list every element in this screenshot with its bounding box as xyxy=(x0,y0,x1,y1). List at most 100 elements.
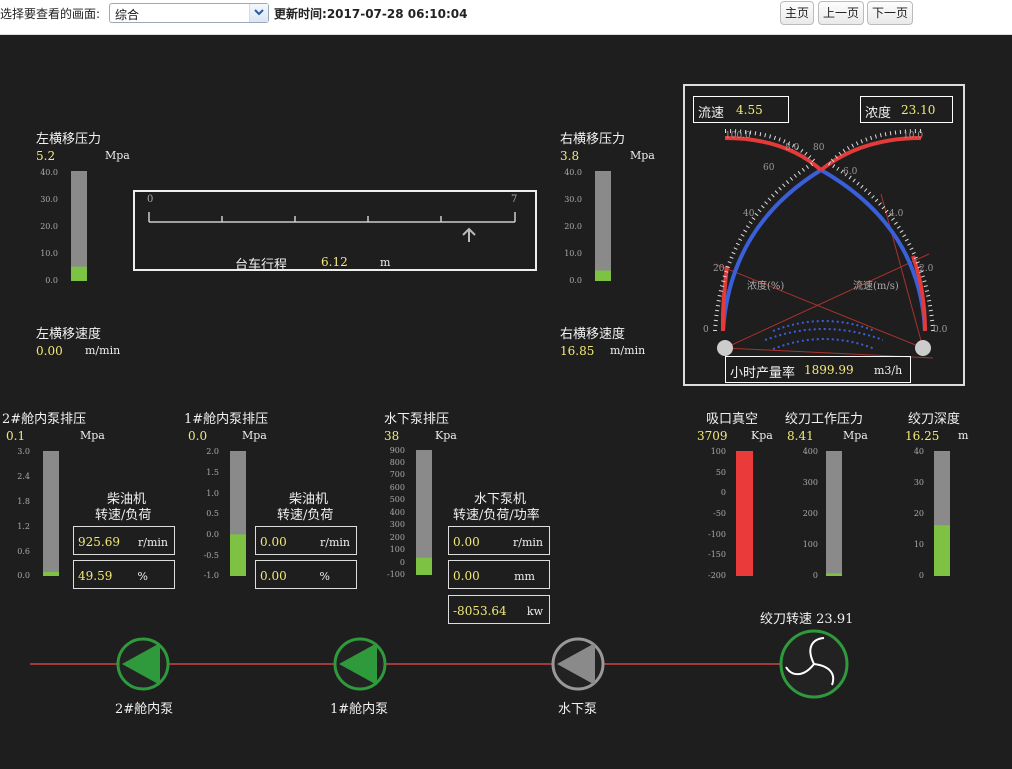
left-speed-value: 0.00 xyxy=(36,344,63,358)
left-speed-unit: m/min xyxy=(85,344,121,357)
uw-pump-speed-value: 0.00 xyxy=(453,535,480,549)
update-time-label: 更新时间: xyxy=(274,7,327,21)
update-time: 更新时间:2017-07-28 06:10:04 xyxy=(274,5,467,22)
pump1-tick: 2.0 xyxy=(206,447,219,456)
uw-pump-load-unit: mm xyxy=(514,570,535,583)
pump2-pressure-unit: Mpa xyxy=(80,429,105,442)
bar-track xyxy=(826,451,842,576)
flow-density-dial: 100.0 80 60 40 20 0 10.0 8.0 6.0 4.0 2.0… xyxy=(683,84,965,386)
left-pressure-tick: 20.0 xyxy=(40,222,58,231)
bar-track xyxy=(71,171,87,281)
left-pressure-label: 左横移压力 xyxy=(36,132,102,147)
home-button[interactable]: 主页 xyxy=(780,1,814,25)
pump1-tick: 0.5 xyxy=(206,509,219,518)
left-pressure-tick: 10.0 xyxy=(40,249,58,258)
diesel2-speed-box: 925.69 r/min xyxy=(73,526,175,555)
screen-select[interactable]: 综合 xyxy=(109,3,269,23)
pump1-pressure-value: 0.0 xyxy=(188,429,208,443)
density-pivot xyxy=(717,340,733,356)
pump1-name: 1#舱内泵 xyxy=(330,702,389,717)
bar-fill xyxy=(595,270,611,281)
cutter-depth-unit: m xyxy=(958,429,969,442)
diesel1-speed-unit: r/min xyxy=(320,536,350,549)
left-speed-label: 左横移速度 xyxy=(36,327,102,342)
pump1-pressure-unit: Mpa xyxy=(242,429,267,442)
chevron-down-icon[interactable] xyxy=(249,4,268,22)
density-value: 23.10 xyxy=(901,103,936,117)
suction-tick: -50 xyxy=(713,509,726,518)
underwater-tick: 400 xyxy=(390,508,405,517)
underwater-tick: 0 xyxy=(400,558,405,567)
suction-tick: 0 xyxy=(721,488,726,497)
pump1-pressure-gauge: 2.0 1.5 1.0 0.5 0.0 -0.5 -1.0 xyxy=(204,447,246,580)
flow-value: 4.55 xyxy=(736,103,763,117)
diesel2-speed-value: 925.69 xyxy=(78,535,120,549)
diesel2-speed-unit: r/min xyxy=(138,536,168,549)
pump1-icon[interactable] xyxy=(333,637,387,691)
cutter-depth-value: 16.25 xyxy=(905,429,940,443)
cutter-icon[interactable] xyxy=(779,629,849,699)
density-tick: 100.0 xyxy=(725,131,751,141)
hourly-output-readout: 小时产量率 1899.99 m3/h xyxy=(725,356,911,383)
left-pressure-tick: 30.0 xyxy=(40,195,58,204)
left-pressure-tick: 0.0 xyxy=(45,276,58,285)
trolley-position-arrow-icon xyxy=(462,227,476,242)
cutter-depth-tick: 0 xyxy=(919,571,924,580)
density-readout: 浓度 23.10 xyxy=(860,96,953,123)
left-pressure-unit: Mpa xyxy=(105,149,130,162)
cutter-speed-value: 23.91 xyxy=(816,612,854,627)
density-axis-label: 浓度(%) xyxy=(747,279,784,292)
suction-tick: -150 xyxy=(708,550,726,559)
hourly-value: 1899.99 xyxy=(804,363,854,377)
diesel2-load-unit: % xyxy=(137,570,148,583)
underwater-tick: 800 xyxy=(390,458,405,467)
cutter-depth-tick: 30 xyxy=(914,478,924,487)
underwater-tick: 300 xyxy=(390,520,405,529)
cutter-pressure-tick: 300 xyxy=(803,478,818,487)
cutter-pressure-label: 绞刀工作压力 xyxy=(785,412,864,427)
uw-pump-subtitle: 转速/负荷/功率 xyxy=(453,508,540,523)
underwater-tick: 100 xyxy=(390,545,405,554)
underwater-pump-name: 水下泵 xyxy=(558,702,598,717)
prev-page-button[interactable]: 上一页 xyxy=(818,1,864,25)
diesel1-subtitle: 转速/负荷 xyxy=(277,508,334,523)
bar-fill xyxy=(416,557,432,575)
uw-pump-speed-unit: r/min xyxy=(513,536,543,549)
flow-readout: 流速 4.55 xyxy=(693,96,789,123)
dial-graphic: 100.0 80 60 40 20 0 10.0 8.0 6.0 4.0 2.0… xyxy=(703,129,948,359)
underwater-tick: 700 xyxy=(390,470,405,479)
trolley-unit: m xyxy=(380,256,391,269)
diesel2-subtitle: 转速/负荷 xyxy=(95,508,152,523)
underwater-pressure-unit: Kpa xyxy=(435,429,457,442)
update-time-value: 2017-07-28 06:10:04 xyxy=(326,7,468,21)
next-page-button[interactable]: 下一页 xyxy=(867,1,913,25)
suction-unit: Kpa xyxy=(751,429,773,442)
underwater-pump-icon[interactable] xyxy=(551,637,605,691)
suction-tick: 100 xyxy=(711,447,726,456)
suction-tick: -200 xyxy=(708,571,726,580)
trolley-max: 7 xyxy=(511,194,517,205)
cutter-depth-label: 绞刀深度 xyxy=(908,412,961,427)
density-tick: 80 xyxy=(813,143,825,153)
trolley-value: 6.12 xyxy=(321,255,348,269)
scada-panel: 左横移压力 5.2 Mpa 40.0 30.0 20.0 10.0 0.0 0 … xyxy=(0,35,1012,769)
underwater-tick: 600 xyxy=(390,483,405,492)
underwater-pressure-label: 水下泵排压 xyxy=(384,412,450,427)
diesel1-speed-value: 0.00 xyxy=(260,535,287,549)
left-pressure-tick: 40.0 xyxy=(40,168,58,177)
flow-label: 流速 xyxy=(698,106,725,121)
uw-pump-speed-box: 0.00 r/min xyxy=(448,526,550,555)
pump2-icon[interactable] xyxy=(116,637,170,691)
suction-value: 3709 xyxy=(697,429,728,443)
screen-select-value: 综合 xyxy=(115,8,140,22)
pump2-tick: 1.2 xyxy=(17,522,30,531)
diesel1-load-box: 0.00 % xyxy=(255,560,357,589)
bar-fill xyxy=(736,451,753,576)
hourly-label: 小时产量率 xyxy=(730,366,796,381)
pump2-tick: 0.6 xyxy=(17,547,30,556)
underwater-tick: 900 xyxy=(390,446,405,455)
pump2-pressure-value: 0.1 xyxy=(6,429,26,443)
uw-pump-load-value: 0.00 xyxy=(453,569,480,583)
bar-fill xyxy=(826,573,842,576)
pump1-tick: 0.0 xyxy=(206,530,219,539)
